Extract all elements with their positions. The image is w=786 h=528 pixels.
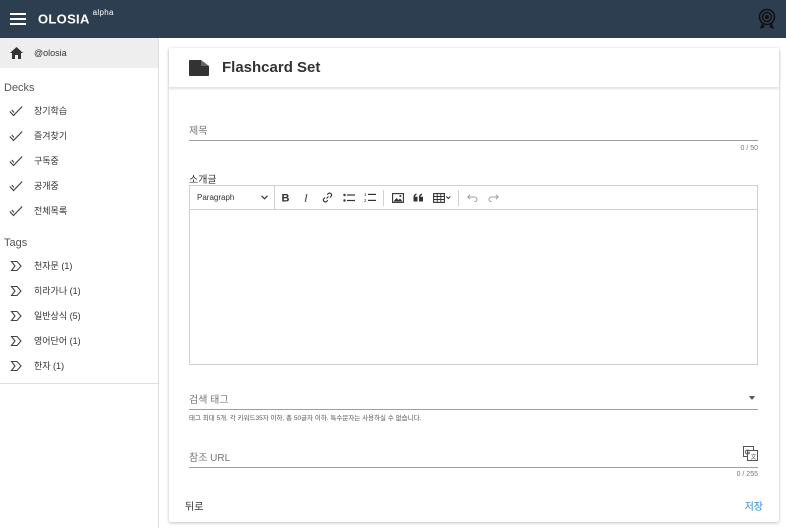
flashcard-set-form: Flashcard Set 0 / 50 소개글 Paragraph B I	[169, 48, 779, 522]
paragraph-format-value: Paragraph	[197, 193, 235, 202]
description-editor-body[interactable]	[190, 210, 757, 365]
link-button[interactable]	[317, 188, 338, 208]
numbered-list-button[interactable]: 12	[359, 188, 380, 208]
block-quote-button[interactable]	[408, 188, 429, 208]
bold-icon: B	[282, 193, 290, 204]
check-icon	[9, 180, 23, 191]
page-title: Flashcard Set	[222, 59, 321, 76]
quote-icon	[413, 193, 423, 202]
back-button[interactable]: 뒤로	[185, 498, 203, 513]
link-icon	[322, 192, 333, 203]
url-input[interactable]	[189, 450, 758, 468]
deck-item-label: 공개중	[34, 181, 59, 191]
tag-item-label: 일반상식 (5)	[34, 311, 81, 321]
insert-table-button[interactable]	[429, 188, 455, 208]
undo-icon	[467, 193, 478, 202]
title-field: 0 / 50	[189, 121, 758, 152]
home-icon	[10, 47, 23, 59]
deck-item-label: 전체목록	[34, 206, 68, 216]
tag-item[interactable]: 히라가나 (1)	[0, 278, 158, 303]
user-handle: @olosia	[34, 48, 67, 58]
user-avatar-icon[interactable]	[757, 8, 777, 30]
decks-section-title: Decks	[4, 82, 35, 94]
tag-item[interactable]: 한자 (1)	[0, 353, 158, 378]
italic-icon: I	[303, 193, 309, 204]
brand-sup: alpha	[92, 8, 114, 18]
brand-name: OLOSIA	[38, 11, 90, 27]
paragraph-format-select[interactable]: Paragraph	[190, 185, 275, 210]
image-icon	[391, 192, 404, 203]
svg-text:I: I	[303, 193, 309, 204]
url-field: G 文 0 / 255	[189, 446, 758, 478]
deck-item-label: 구독중	[34, 156, 59, 166]
tags-section-title: Tags	[4, 237, 28, 249]
deck-item-label: 즐겨찾기	[34, 131, 68, 141]
tag-item-label: 히라가나 (1)	[34, 286, 81, 296]
sidebar-divider	[0, 383, 158, 384]
decks-list: 장기학습즐겨찾기구독중공개중전체목록	[0, 98, 158, 223]
app-bar: OLOSIA alpha	[0, 0, 786, 38]
tag-item[interactable]: 천자문 (1)	[0, 253, 158, 278]
folder-icon	[189, 59, 209, 76]
redo-button[interactable]	[483, 188, 504, 208]
toolbar-separator	[383, 189, 384, 206]
check-icon	[9, 130, 23, 141]
check-icon	[9, 155, 23, 166]
label-icon	[10, 360, 22, 371]
description-editor: Paragraph B I 12	[189, 185, 758, 365]
svg-text:B: B	[282, 193, 290, 204]
label-icon	[10, 310, 22, 321]
tags-list: 천자문 (1) 히라가나 (1) 일반상식 (5) 영어단어 (1) 한자 (1)	[0, 253, 158, 378]
chevron-down-icon	[261, 195, 268, 200]
url-counter: 0 / 255	[736, 471, 758, 478]
deck-item[interactable]: 즐겨찾기	[0, 123, 158, 148]
tag-item[interactable]: 일반상식 (5)	[0, 303, 158, 328]
table-icon	[433, 192, 451, 203]
undo-button[interactable]	[462, 188, 483, 208]
sidebar: @olosia Decks 장기학습즐겨찾기구독중공개중전체목록 Tags 천자…	[0, 38, 159, 528]
menu-icon[interactable]	[10, 13, 26, 25]
deck-item-label: 장기학습	[34, 106, 68, 116]
bulleted-list-button[interactable]	[338, 188, 359, 208]
translate-icon[interactable]: G 文	[743, 446, 758, 461]
tags-input[interactable]	[189, 392, 758, 410]
deck-item[interactable]: 구독중	[0, 148, 158, 173]
save-button[interactable]: 저장	[745, 498, 763, 513]
bulleted-list-icon	[342, 193, 355, 202]
italic-button[interactable]: I	[296, 188, 317, 208]
title-counter: 0 / 50	[740, 145, 758, 152]
deck-item[interactable]: 장기학습	[0, 98, 158, 123]
title-input[interactable]	[189, 123, 758, 141]
label-icon	[10, 260, 22, 271]
check-icon	[9, 205, 23, 216]
editor-toolbar: Paragraph B I 12	[190, 185, 757, 210]
numbered-list-icon: 12	[364, 192, 376, 203]
check-icon	[9, 105, 23, 116]
redo-icon	[488, 193, 499, 202]
dropdown-arrow-icon[interactable]	[749, 396, 755, 400]
label-icon	[10, 285, 22, 296]
tag-item-label: 영어단어 (1)	[34, 336, 81, 346]
deck-item[interactable]: 전체목록	[0, 198, 158, 223]
tag-item[interactable]: 영어단어 (1)	[0, 328, 158, 353]
svg-text:文: 文	[751, 453, 757, 461]
label-icon	[10, 335, 22, 346]
card-header: Flashcard Set	[169, 48, 779, 88]
tags-field	[189, 390, 758, 410]
svg-text:1: 1	[364, 192, 367, 197]
tag-item-label: 천자문 (1)	[34, 261, 73, 271]
brand[interactable]: OLOSIA alpha	[38, 8, 114, 27]
deck-item[interactable]: 공개중	[0, 173, 158, 198]
insert-image-button[interactable]	[387, 188, 408, 208]
tag-item-label: 한자 (1)	[34, 361, 65, 371]
bold-button[interactable]: B	[275, 188, 296, 208]
svg-text:2: 2	[364, 198, 367, 203]
description-label: 소개글	[189, 175, 217, 186]
tags-hint: 태그 최대 5개. 각 키워드35자 이하, 총 50글자 이하. 특수문자는 …	[189, 415, 422, 422]
toolbar-separator	[458, 189, 459, 206]
sidebar-home[interactable]: @olosia	[0, 38, 158, 68]
